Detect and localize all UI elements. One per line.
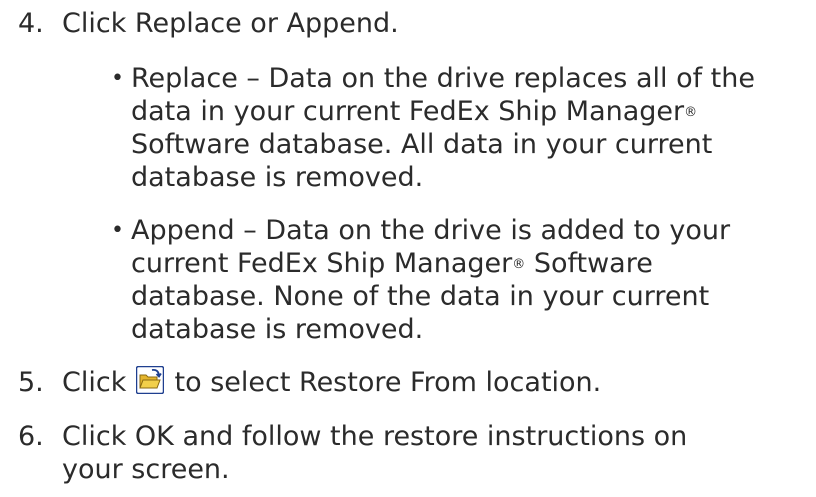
- step-6-line-1: Click OK and follow the restore instruct…: [62, 421, 688, 452]
- bullet-replace-line-2: data in your current FedEx Ship Manager®: [131, 96, 698, 127]
- registered-mark: ®: [512, 257, 526, 272]
- open-folder-icon[interactable]: [135, 365, 165, 395]
- bullet-append-line-1: Append – Data on the drive is added to y…: [131, 215, 731, 246]
- bullet-append-line-3: database. None of the data in your curre…: [131, 281, 710, 312]
- registered-mark: ®: [684, 105, 698, 120]
- step-5-text: Click to select Restore From location.: [62, 365, 602, 398]
- step-6-line-2: your screen.: [62, 454, 230, 485]
- step-5-number: 5.: [18, 367, 44, 398]
- step-6-number: 6.: [18, 421, 44, 452]
- bullet-append-line-2: current FedEx Ship Manager® Software: [131, 248, 653, 279]
- bullet-replace-marker: •: [111, 66, 124, 91]
- bullet-replace-line-3: Software database. All data in your curr…: [131, 129, 713, 160]
- bullet-append-marker: •: [111, 218, 124, 243]
- step-4-number: 4.: [18, 8, 44, 39]
- step-4-text: Click Replace or Append.: [62, 8, 399, 39]
- bullet-replace-line-4: database is removed.: [131, 162, 424, 193]
- bullet-replace-line-1: Replace – Data on the drive replaces all…: [131, 63, 755, 94]
- bullet-append-line-4: database is removed.: [131, 314, 424, 345]
